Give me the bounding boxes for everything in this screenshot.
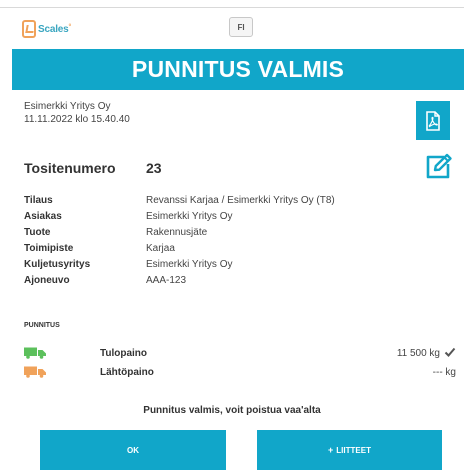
company-name: Esimerkki Yritys Oy: [24, 101, 111, 112]
edit-icon: [426, 153, 452, 179]
logo-mark-icon: [22, 20, 36, 38]
voucher-number: 23: [146, 160, 162, 176]
detail-value: Esimerkki Yritys Oy: [146, 259, 233, 270]
detail-value: Revanssi Karjaa / Esimerkki Yritys Oy (T…: [146, 195, 335, 206]
weighing-row-out: Lähtöpaino --- kg: [24, 364, 456, 380]
ok-button[interactable]: OK: [40, 430, 226, 470]
detail-label: Asiakas: [24, 211, 62, 222]
detail-row-site: Toimipiste Karjaa: [24, 244, 335, 260]
detail-row-customer: Asiakas Esimerkki Yritys Oy: [24, 212, 335, 228]
weighing-datetime: 11.11.2022 klo 15.40.40: [24, 114, 130, 125]
weighing-section-title: PUNNITUS: [24, 322, 60, 329]
detail-label: Tuote: [24, 227, 51, 238]
weighing-value: 11 500 kg: [396, 347, 440, 359]
attachments-button-label: LIITTEET: [336, 445, 371, 455]
ok-button-label: OK: [127, 445, 139, 455]
detail-row-order: Tilaus Revanssi Karjaa / Esimerkki Yrity…: [24, 196, 335, 212]
detail-value: Rakennusjäte: [146, 227, 208, 238]
detail-value: AAA-123: [146, 275, 187, 286]
weighing-label: Lähtöpaino: [100, 366, 154, 378]
weighing-row-in: Tulopaino 11 500 kg: [24, 345, 456, 361]
weighing-value: --- kg: [432, 366, 456, 378]
pdf-download-button[interactable]: [416, 101, 450, 140]
pdf-icon: [426, 110, 440, 131]
logo-text: Scales°: [38, 23, 72, 35]
page-title-banner: PUNNITUS VALMIS: [12, 49, 464, 90]
app-logo: Scales°: [22, 18, 71, 40]
status-message: Punnitus valmis, voit poistua vaa'alta: [143, 405, 321, 416]
top-divider: [0, 7, 464, 8]
detail-row-product: Tuote Rakennusjäte: [24, 228, 335, 244]
language-switch-button[interactable]: FI: [229, 17, 253, 37]
company-info: Esimerkki Yritys Oy 11.11.2022 klo 15.40…: [24, 100, 130, 126]
detail-label: Kuljetusyritys: [24, 259, 91, 270]
attachments-button[interactable]: + LIITTEET: [257, 430, 442, 470]
detail-row-carrier: Kuljetusyritys Esimerkki Yritys Oy: [24, 260, 335, 276]
plus-icon: +: [328, 445, 334, 455]
truck-icon: [24, 347, 46, 359]
detail-label: Toimipiste: [24, 243, 74, 254]
detail-value: Esimerkki Yritys Oy: [146, 211, 233, 222]
detail-row-vehicle: Ajoneuvo AAA-123: [24, 276, 335, 292]
truck-icon: [24, 366, 46, 378]
detail-value: Karjaa: [146, 243, 175, 254]
check-icon: [444, 347, 456, 357]
edit-button[interactable]: [420, 150, 456, 184]
details-list: Tilaus Revanssi Karjaa / Esimerkki Yrity…: [24, 196, 335, 292]
detail-label: Ajoneuvo: [24, 275, 70, 286]
detail-label: Tilaus: [24, 195, 53, 206]
weighing-label: Tulopaino: [100, 347, 148, 359]
voucher-label: Tositenumero: [24, 160, 116, 176]
